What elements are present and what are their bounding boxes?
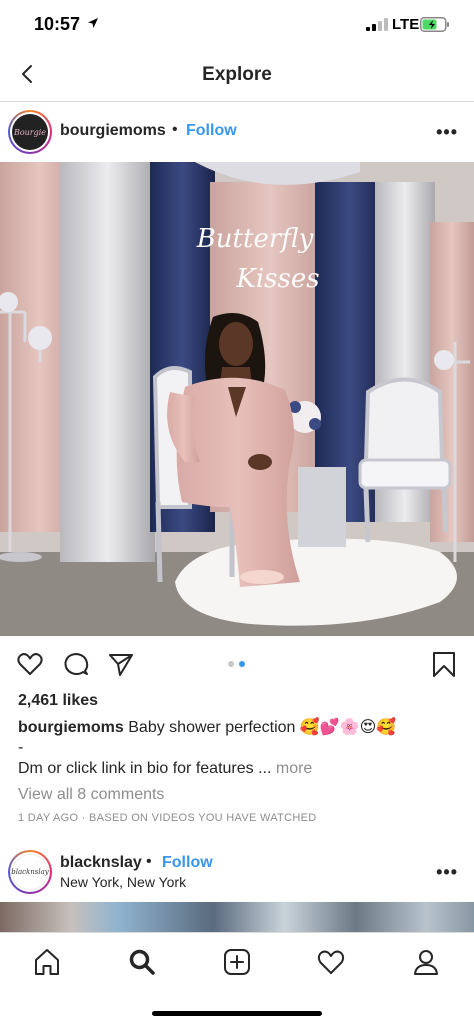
more-options-icon[interactable]: ••• — [436, 862, 458, 883]
post-username[interactable]: bourgiemoms — [60, 122, 166, 140]
post-header: Bourgie bourgiemoms • Follow ••• — [0, 102, 474, 162]
carousel-dot-2 — [239, 661, 245, 667]
caption-dash: - — [18, 739, 24, 756]
likes-count[interactable]: 2,461 likes — [18, 692, 98, 710]
nav-bar: Explore — [0, 50, 474, 102]
post2-header: blacknslay blacknslay • Follow New York,… — [0, 842, 474, 902]
carousel-dot-1 — [228, 661, 234, 667]
page-title: Explore — [202, 64, 272, 85]
more-options-icon[interactable]: ••• — [436, 122, 458, 143]
follow-button[interactable]: Follow — [186, 122, 237, 140]
sign-text-butterfly: Butterfly — [196, 224, 314, 254]
avatar-logo-text: Bourgie — [13, 127, 47, 137]
sign-text-kisses: Kisses — [235, 264, 319, 294]
post2-image[interactable] — [0, 902, 474, 932]
separator-dot: • — [146, 853, 152, 870]
heart-icon[interactable] — [316, 947, 346, 977]
comment-icon[interactable] — [62, 650, 90, 678]
post-timestamp: 1 DAY AGO · BASED ON VIDEOS YOU HAVE WAT… — [18, 812, 317, 824]
tab-bar — [0, 932, 474, 1025]
bookmark-icon[interactable] — [430, 650, 458, 678]
like-heart-icon[interactable] — [16, 650, 44, 678]
baby-shower-photo: Butterfly Kisses — [0, 162, 474, 636]
follow-button[interactable]: Follow — [162, 854, 213, 872]
carrier-label: LTE — [392, 16, 420, 33]
post2-location[interactable]: New York, New York — [60, 874, 186, 890]
signal-icon — [366, 18, 388, 31]
caption-more-link[interactable]: more — [276, 760, 312, 777]
location-arrow-icon — [88, 18, 98, 28]
status-bar: 10:57 LTE — [0, 0, 474, 50]
post-image[interactable]: Butterfly Kisses — [0, 162, 474, 636]
avatar[interactable]: Bourgie — [8, 110, 52, 154]
caption: bourgiemoms Baby shower perfection 🥰💕🌸😍🥰 — [18, 718, 458, 738]
new-post-icon[interactable] — [222, 947, 252, 977]
status-time: 10:57 — [34, 14, 81, 34]
caption-line2: Dm or click link in bio for features ...… — [18, 760, 312, 778]
separator-dot: • — [172, 121, 178, 138]
search-icon[interactable] — [127, 947, 157, 977]
home-indicator — [152, 1011, 322, 1016]
avatar[interactable]: blacknslay — [8, 850, 52, 894]
home-icon[interactable] — [32, 947, 62, 977]
share-send-icon[interactable] — [107, 650, 135, 678]
avatar-logo-text: blacknslay — [11, 868, 49, 876]
battery-icon — [420, 17, 449, 32]
caption-line2-text: Dm or click link in bio for features ... — [18, 760, 272, 777]
post2-username[interactable]: blacknslay — [60, 854, 142, 872]
profile-icon[interactable] — [411, 947, 441, 977]
carousel-indicator — [228, 661, 245, 667]
view-comments-link[interactable]: View all 8 comments — [18, 786, 164, 804]
caption-username[interactable]: bourgiemoms — [18, 719, 124, 736]
post-actions — [0, 636, 474, 692]
caption-text: Baby shower perfection 🥰💕🌸😍🥰 — [128, 719, 397, 736]
